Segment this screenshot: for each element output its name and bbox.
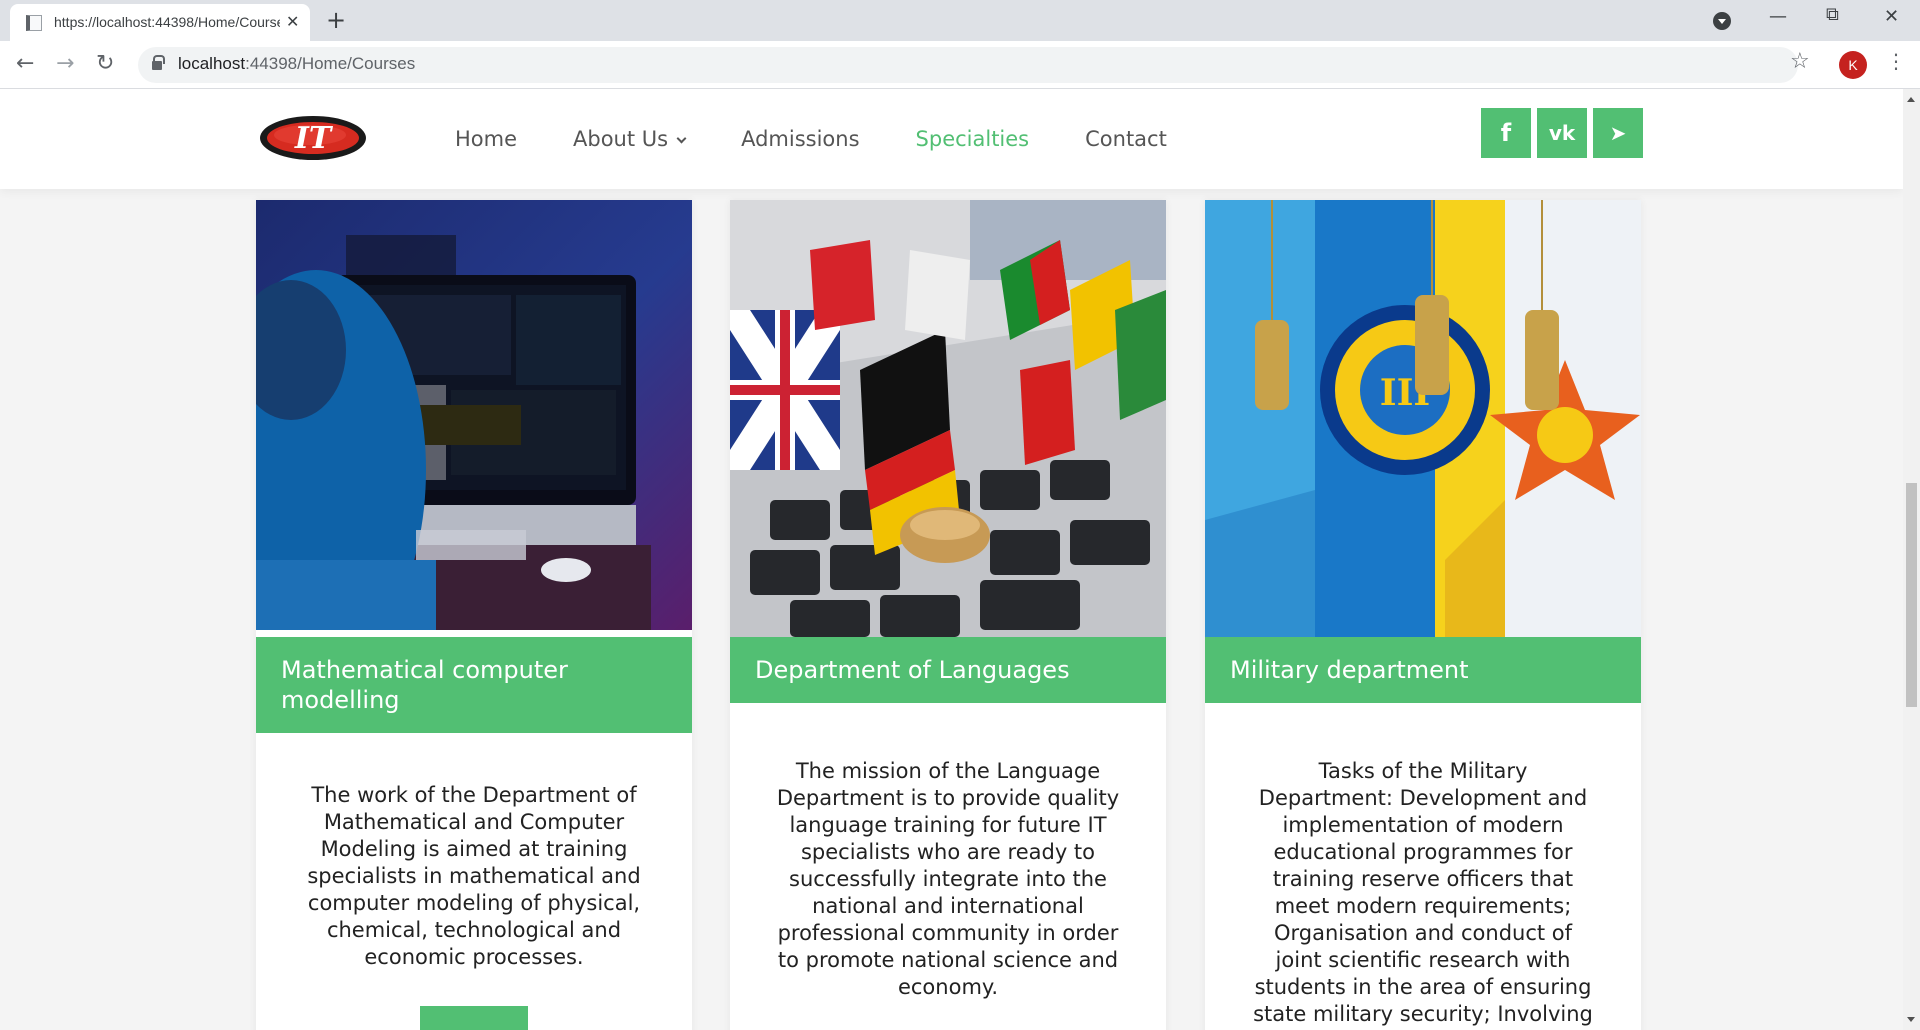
- tab-close-icon[interactable]: ✕: [286, 12, 299, 31]
- kebab-menu-icon[interactable]: ⋮: [1886, 49, 1906, 73]
- site-header: IT Home About Us Admissions Specialties …: [0, 89, 1903, 189]
- nav-home[interactable]: Home: [455, 127, 517, 151]
- telegram-icon[interactable]: ➤: [1593, 108, 1643, 158]
- card-military: III Military department Tasks of the Mil…: [1205, 200, 1641, 1030]
- browser-toolbar: ← → ↻ localhost:44398/Home/Courses ☆ K ⋮: [0, 41, 1920, 89]
- scroll-up-icon[interactable]: [1907, 97, 1915, 102]
- back-arrow-icon[interactable]: ←: [16, 51, 34, 76]
- page-favicon-icon: [26, 15, 42, 31]
- card-description: Tasks of the Military Department: Develo…: [1253, 759, 1593, 1026]
- forward-arrow-icon[interactable]: →: [56, 51, 74, 76]
- card-image-programmer: [256, 200, 692, 630]
- card-image-military-flags: III: [1205, 200, 1641, 637]
- avatar[interactable]: K: [1839, 51, 1867, 79]
- browser-tab-bar: https://localhost:44398/Home/Courses ✕ +…: [0, 0, 1920, 41]
- site-logo[interactable]: IT: [258, 113, 368, 163]
- card-title: Mathematical computer modelling: [256, 637, 692, 733]
- scroll-thumb[interactable]: [1906, 483, 1917, 707]
- main-nav: Home About Us Admissions Specialties Con…: [455, 89, 1223, 189]
- star-icon[interactable]: ☆: [1790, 49, 1810, 74]
- card-title: Military department: [1205, 637, 1641, 703]
- card-description: The work of the Department of Mathematic…: [307, 783, 641, 969]
- lock-icon[interactable]: [152, 55, 165, 70]
- page-scrollbar[interactable]: [1903, 89, 1920, 1030]
- logo-text: IT: [294, 121, 334, 156]
- url-text[interactable]: localhost:44398/Home/Courses: [178, 54, 415, 74]
- nav-admissions[interactable]: Admissions: [741, 127, 859, 151]
- chevron-down-icon: [676, 133, 687, 144]
- card-languages: Department of Languages The mission of t…: [730, 200, 1166, 1030]
- restore-icon[interactable]: ⧉: [1826, 4, 1839, 25]
- minimize-icon[interactable]: —: [1769, 6, 1787, 27]
- card-more-button[interactable]: [420, 1006, 528, 1030]
- facebook-icon[interactable]: f: [1481, 108, 1531, 158]
- nav-specialties[interactable]: Specialties: [916, 127, 1030, 151]
- card-description: The mission of the Language Department i…: [776, 759, 1120, 999]
- close-icon[interactable]: ✕: [1884, 6, 1899, 27]
- new-tab-button[interactable]: +: [326, 6, 346, 34]
- nav-about-us[interactable]: About Us: [573, 127, 687, 151]
- vk-icon[interactable]: vk: [1537, 108, 1587, 158]
- reload-icon[interactable]: ↻: [96, 51, 114, 76]
- scroll-down-icon[interactable]: [1907, 1017, 1915, 1022]
- nav-contact[interactable]: Contact: [1085, 127, 1167, 151]
- tab-title: https://localhost:44398/Home/Courses: [54, 14, 280, 30]
- card-title: Department of Languages: [730, 637, 1166, 703]
- page-viewport: IT Home About Us Admissions Specialties …: [0, 89, 1903, 1030]
- card-math-modelling: Mathematical computer modelling The work…: [256, 200, 692, 1030]
- tab-search-icon[interactable]: [1713, 12, 1731, 30]
- browser-tab[interactable]: https://localhost:44398/Home/Courses ✕: [10, 4, 310, 41]
- card-image-flags-keyboard: [730, 200, 1166, 637]
